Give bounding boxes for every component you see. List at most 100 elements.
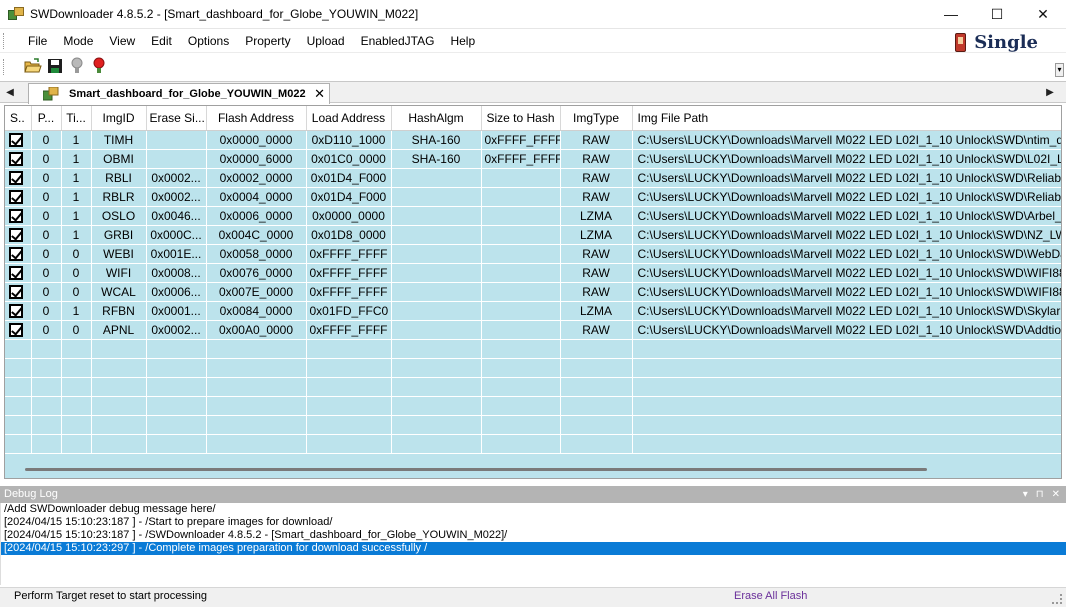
- row-select-checkbox[interactable]: [9, 227, 23, 242]
- column-header-imgid[interactable]: ImgID: [91, 106, 147, 131]
- empty-cell: [632, 396, 1061, 416]
- column-header-size[interactable]: Size to Hash: [481, 106, 561, 131]
- minimize-button[interactable]: —: [928, 0, 974, 28]
- status-message: Perform Target reset to start processing: [14, 590, 207, 602]
- menu-item-options[interactable]: Options: [180, 29, 237, 53]
- maximize-button[interactable]: ☐: [974, 0, 1020, 28]
- cell-path: C:\Users\LUCKY\Downloads\Marvell M022 LE…: [632, 130, 1061, 150]
- cell-type: RAW: [560, 187, 633, 207]
- menu-item-enabledjtag[interactable]: EnabledJTAG: [353, 29, 443, 53]
- empty-cell: [61, 396, 92, 416]
- table-row[interactable]: 0 0 WIFI 0x0008... 0x0076_0000 0xFFFF_FFFF RAW…: [5, 263, 1061, 283]
- row-select-checkbox[interactable]: [9, 246, 23, 261]
- log-line[interactable]: [2024/04/15 15:10:23:187 ] - /Start to p…: [1, 516, 1066, 529]
- cell-imgid: APNL: [91, 320, 147, 340]
- start-button[interactable]: [90, 57, 108, 75]
- tab-close-icon[interactable]: ✕: [314, 86, 325, 102]
- cell-hash: [391, 168, 482, 188]
- cell-hash: [391, 263, 482, 283]
- stop-button[interactable]: [68, 57, 86, 75]
- cell-path: C:\Users\LUCKY\Downloads\Marvell M022 LE…: [632, 320, 1061, 340]
- column-header-p[interactable]: P...: [31, 106, 62, 131]
- log-line[interactable]: /Add SWDownloader debug message here/: [1, 503, 1066, 516]
- cell-size: [481, 187, 561, 207]
- row-select-checkbox[interactable]: [9, 170, 23, 185]
- row-select-checkbox[interactable]: [9, 322, 23, 337]
- table-row[interactable]: 0 1 TIMH 0x0000_0000 0xD110_1000 SHA-160 0xFFF…: [5, 130, 1061, 150]
- row-select-checkbox[interactable]: [9, 303, 23, 318]
- column-header-type[interactable]: ImgType: [560, 106, 633, 131]
- table-row[interactable]: 0 1 RBLR 0x0002... 0x0004_0000 0x01D4_F000 RAW…: [5, 187, 1061, 207]
- column-header-load[interactable]: Load Address: [306, 106, 392, 131]
- menu-item-view[interactable]: View: [101, 29, 143, 53]
- debug-log-panel[interactable]: /Add SWDownloader debug message here/[20…: [0, 503, 1066, 585]
- row-select-checkbox[interactable]: [9, 265, 23, 280]
- column-header-hash[interactable]: HashAlgm: [391, 106, 482, 131]
- tab-scroll-left-button[interactable]: ◀: [2, 82, 18, 102]
- debug-close-icon[interactable]: ✕: [1052, 486, 1060, 503]
- log-line[interactable]: [2024/04/15 15:10:23:187 ] - /SWDownload…: [1, 529, 1066, 542]
- empty-cell: [391, 415, 482, 435]
- cell-type: RAW: [560, 149, 633, 169]
- row-select-checkbox[interactable]: [9, 208, 23, 223]
- menu-item-mode[interactable]: Mode: [55, 29, 101, 53]
- empty-cell: [5, 396, 32, 416]
- row-select-checkbox[interactable]: [9, 189, 23, 204]
- cell-hash: SHA-160: [391, 130, 482, 150]
- table-row[interactable]: 0 1 GRBI 0x000C... 0x004C_0000 0x01D8_0000 LZM…: [5, 225, 1061, 245]
- empty-cell: [481, 377, 561, 397]
- tab-smart-dashboard[interactable]: Smart_dashboard_for_Globe_YOUWIN_M022 ✕: [28, 83, 330, 104]
- log-line[interactable]: [2024/04/15 15:10:23:297 ] - /Complete i…: [1, 542, 1066, 555]
- table-row[interactable]: 0 0 WEBI 0x001E... 0x0058_0000 0xFFFF_FFFF RAW…: [5, 244, 1061, 264]
- horizontal-scrollbar[interactable]: [25, 468, 927, 471]
- cell-ti: 1: [61, 225, 92, 245]
- menu-item-upload[interactable]: Upload: [299, 29, 353, 53]
- menu-item-file[interactable]: File: [20, 29, 55, 53]
- column-header-path[interactable]: Img File Path: [632, 106, 1061, 131]
- empty-cell: [91, 434, 147, 454]
- save-button[interactable]: [46, 57, 64, 75]
- menu-item-property[interactable]: Property: [237, 29, 298, 53]
- debug-dropdown-icon[interactable]: ▾: [1023, 486, 1028, 503]
- cell-imgid: OSLO: [91, 206, 147, 226]
- toolbar-overflow-button[interactable]: ▾: [1055, 63, 1064, 77]
- column-header-s[interactable]: S..: [5, 106, 32, 131]
- menu-grip[interactable]: [3, 33, 7, 49]
- empty-cell: [146, 358, 207, 378]
- table-row[interactable]: 0 0 APNL 0x0002... 0x00A0_0000 0xFFFF_FFFF RAW…: [5, 320, 1061, 340]
- table-row[interactable]: 0 1 RFBN 0x0001... 0x0084_0000 0x01FD_FFC0 LZM…: [5, 301, 1061, 321]
- tab-scroll-right-button[interactable]: ▶: [1042, 82, 1058, 102]
- row-select-checkbox[interactable]: [9, 284, 23, 299]
- status-bar: Perform Target reset to start processing…: [0, 587, 1066, 607]
- cell-flash: 0x007E_0000: [206, 282, 307, 302]
- cell-ti: 1: [61, 206, 92, 226]
- menu-item-edit[interactable]: Edit: [143, 29, 180, 53]
- cell-select: [5, 301, 32, 321]
- cell-select: [5, 263, 32, 283]
- empty-cell: [91, 339, 147, 359]
- empty-cell: [91, 396, 147, 416]
- column-header-ti[interactable]: Ti...: [61, 106, 92, 131]
- table-row[interactable]: 0 1 OSLO 0x0046... 0x0006_0000 0x0000_0000 LZM…: [5, 206, 1061, 226]
- cell-path: C:\Users\LUCKY\Downloads\Marvell M022 LE…: [632, 263, 1061, 283]
- column-header-erase[interactable]: Erase Si...: [146, 106, 207, 131]
- cell-flash: 0x0000_6000: [206, 149, 307, 169]
- cell-flash: 0x0000_0000: [206, 130, 307, 150]
- resize-grip[interactable]: [1052, 594, 1062, 604]
- table-row[interactable]: 0 0 WCAL 0x0006... 0x007E_0000 0xFFFF_FFFF RAW…: [5, 282, 1061, 302]
- open-button[interactable]: [24, 57, 42, 75]
- table-row[interactable]: 0 1 OBMI 0x0000_6000 0x01C0_0000 SHA-160 0xFFF…: [5, 149, 1061, 169]
- row-select-checkbox[interactable]: [9, 132, 23, 147]
- menu-item-help[interactable]: Help: [442, 29, 483, 53]
- debug-pin-icon[interactable]: ⊓: [1036, 486, 1044, 503]
- app-icon: [8, 6, 24, 22]
- cell-ti: 0: [61, 263, 92, 283]
- column-header-flash[interactable]: Flash Address: [206, 106, 307, 131]
- row-select-checkbox[interactable]: [9, 151, 23, 166]
- cell-p: 0: [31, 130, 62, 150]
- empty-row: [5, 358, 1061, 378]
- table-row[interactable]: 0 1 RBLI 0x0002... 0x0002_0000 0x01D4_F000 RAW…: [5, 168, 1061, 188]
- empty-cell: [560, 434, 633, 454]
- close-button[interactable]: ✕: [1020, 0, 1066, 28]
- toolbar-grip[interactable]: [3, 59, 7, 75]
